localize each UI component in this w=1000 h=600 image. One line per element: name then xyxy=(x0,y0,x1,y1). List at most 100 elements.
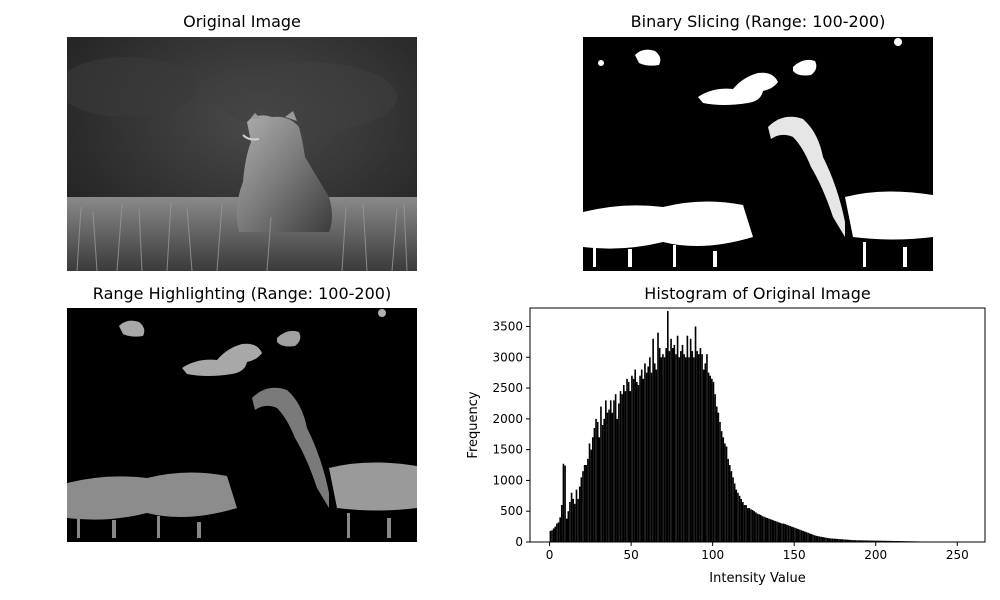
histogram-bar xyxy=(766,517,769,542)
histogram-bar xyxy=(748,508,751,542)
histogram-bar xyxy=(560,505,563,542)
histogram-bar xyxy=(738,495,741,542)
histogram-bar xyxy=(616,418,619,542)
histogram-bar xyxy=(701,354,703,542)
histogram-bar xyxy=(745,505,747,542)
histogram-bar xyxy=(583,465,586,542)
histogram-bar xyxy=(559,517,561,542)
histogram-bar xyxy=(676,335,679,542)
histogram-bar xyxy=(772,520,775,542)
histogram-bar xyxy=(719,421,721,542)
histogram-bar xyxy=(730,471,733,542)
histogram-bar xyxy=(556,523,558,542)
histogram-bar xyxy=(680,351,682,542)
histogram-bar xyxy=(828,538,831,542)
histogram-bar xyxy=(557,522,560,542)
histogram-bar xyxy=(569,501,571,542)
histogram-bar xyxy=(803,531,806,542)
histogram-bar xyxy=(671,348,674,542)
histogram-bar xyxy=(707,372,710,542)
histogram-bar xyxy=(825,537,827,542)
histogram-bar xyxy=(647,366,650,542)
histogram-bar xyxy=(697,354,700,542)
histogram-bar xyxy=(587,458,589,542)
histogram-bar xyxy=(746,508,749,542)
histogram-bar xyxy=(821,537,824,542)
histogram-bar xyxy=(640,369,643,542)
histogram-bar xyxy=(735,489,738,542)
histogram-bar xyxy=(642,378,645,542)
histogram-bar xyxy=(808,533,811,542)
histogram-bar xyxy=(666,311,669,542)
histogram-bar xyxy=(658,348,661,542)
histogram-bar xyxy=(618,403,620,542)
histogram-bar xyxy=(578,486,581,542)
histogram-bar xyxy=(567,511,570,542)
histogram-bar xyxy=(758,514,760,542)
histogram-bar xyxy=(693,357,695,542)
histogram-bar xyxy=(634,369,637,542)
histogram-bar xyxy=(696,351,698,542)
x-tick-label: 100 xyxy=(701,548,724,562)
x-tick-label: 250 xyxy=(946,548,969,562)
histogram-bar xyxy=(622,384,625,542)
histogram-bar xyxy=(552,528,555,542)
histogram-bar xyxy=(764,517,767,542)
histogram-chart: 0 50 100 150 200 2500500100015002000250030003… xyxy=(466,307,986,586)
histogram-bar xyxy=(572,498,575,542)
histogram-bar xyxy=(807,532,809,542)
histogram-bar xyxy=(611,412,614,542)
histogram-bar xyxy=(631,375,633,542)
histogram-bar xyxy=(732,477,734,542)
histogram-bar xyxy=(761,516,764,542)
histogram-bar xyxy=(728,465,731,542)
histogram-bar xyxy=(720,431,723,542)
histogram-bar xyxy=(689,338,692,542)
histogram-bar xyxy=(624,391,627,542)
y-axis-label: Frequency xyxy=(466,391,481,458)
histogram-bar xyxy=(820,536,822,542)
histogram-bar xyxy=(613,400,615,542)
histogram-bar xyxy=(570,492,573,542)
histogram-bar xyxy=(650,372,653,542)
histogram-bar xyxy=(686,335,689,542)
histogram-bar xyxy=(626,378,628,542)
histogram-bar xyxy=(614,394,617,542)
histogram-bar xyxy=(699,348,702,542)
histogram-bar xyxy=(675,354,677,542)
histogram-bar xyxy=(704,363,707,542)
histogram-bar xyxy=(609,400,612,542)
histogram-bar xyxy=(810,533,813,542)
histogram-bar xyxy=(830,538,832,542)
histogram-bar xyxy=(619,391,622,542)
histogram-bar xyxy=(565,518,568,542)
histogram-bar xyxy=(709,375,712,542)
histogram-bar xyxy=(660,357,663,542)
histogram-bar xyxy=(742,501,744,542)
histogram-bar xyxy=(782,523,785,542)
histogram-bar xyxy=(593,428,596,542)
histogram-bar xyxy=(605,400,607,542)
histogram-bar xyxy=(590,449,592,542)
histogram-bar xyxy=(684,357,687,542)
histogram-bar xyxy=(818,536,821,542)
histogram-bar xyxy=(598,437,601,542)
histogram-bar xyxy=(644,363,646,542)
x-tick-label: 150 xyxy=(783,548,806,562)
histogram-bar xyxy=(681,344,684,542)
histogram-bar xyxy=(702,369,705,542)
histogram-bar xyxy=(657,332,659,542)
histogram-bar xyxy=(789,525,791,542)
histogram-bar xyxy=(585,465,588,542)
histogram-bar xyxy=(683,354,685,542)
x-axis-label: Intensity Value xyxy=(709,571,805,586)
histogram-bars xyxy=(549,311,964,542)
histogram-bar xyxy=(813,535,816,542)
histogram-bar xyxy=(712,381,715,542)
histogram-bar xyxy=(711,378,713,542)
histogram-bar xyxy=(769,519,772,542)
histogram-bar xyxy=(637,384,640,542)
histogram-bar xyxy=(826,537,829,542)
y-tick-label: 1000 xyxy=(492,473,523,487)
histogram-bar xyxy=(591,437,594,542)
